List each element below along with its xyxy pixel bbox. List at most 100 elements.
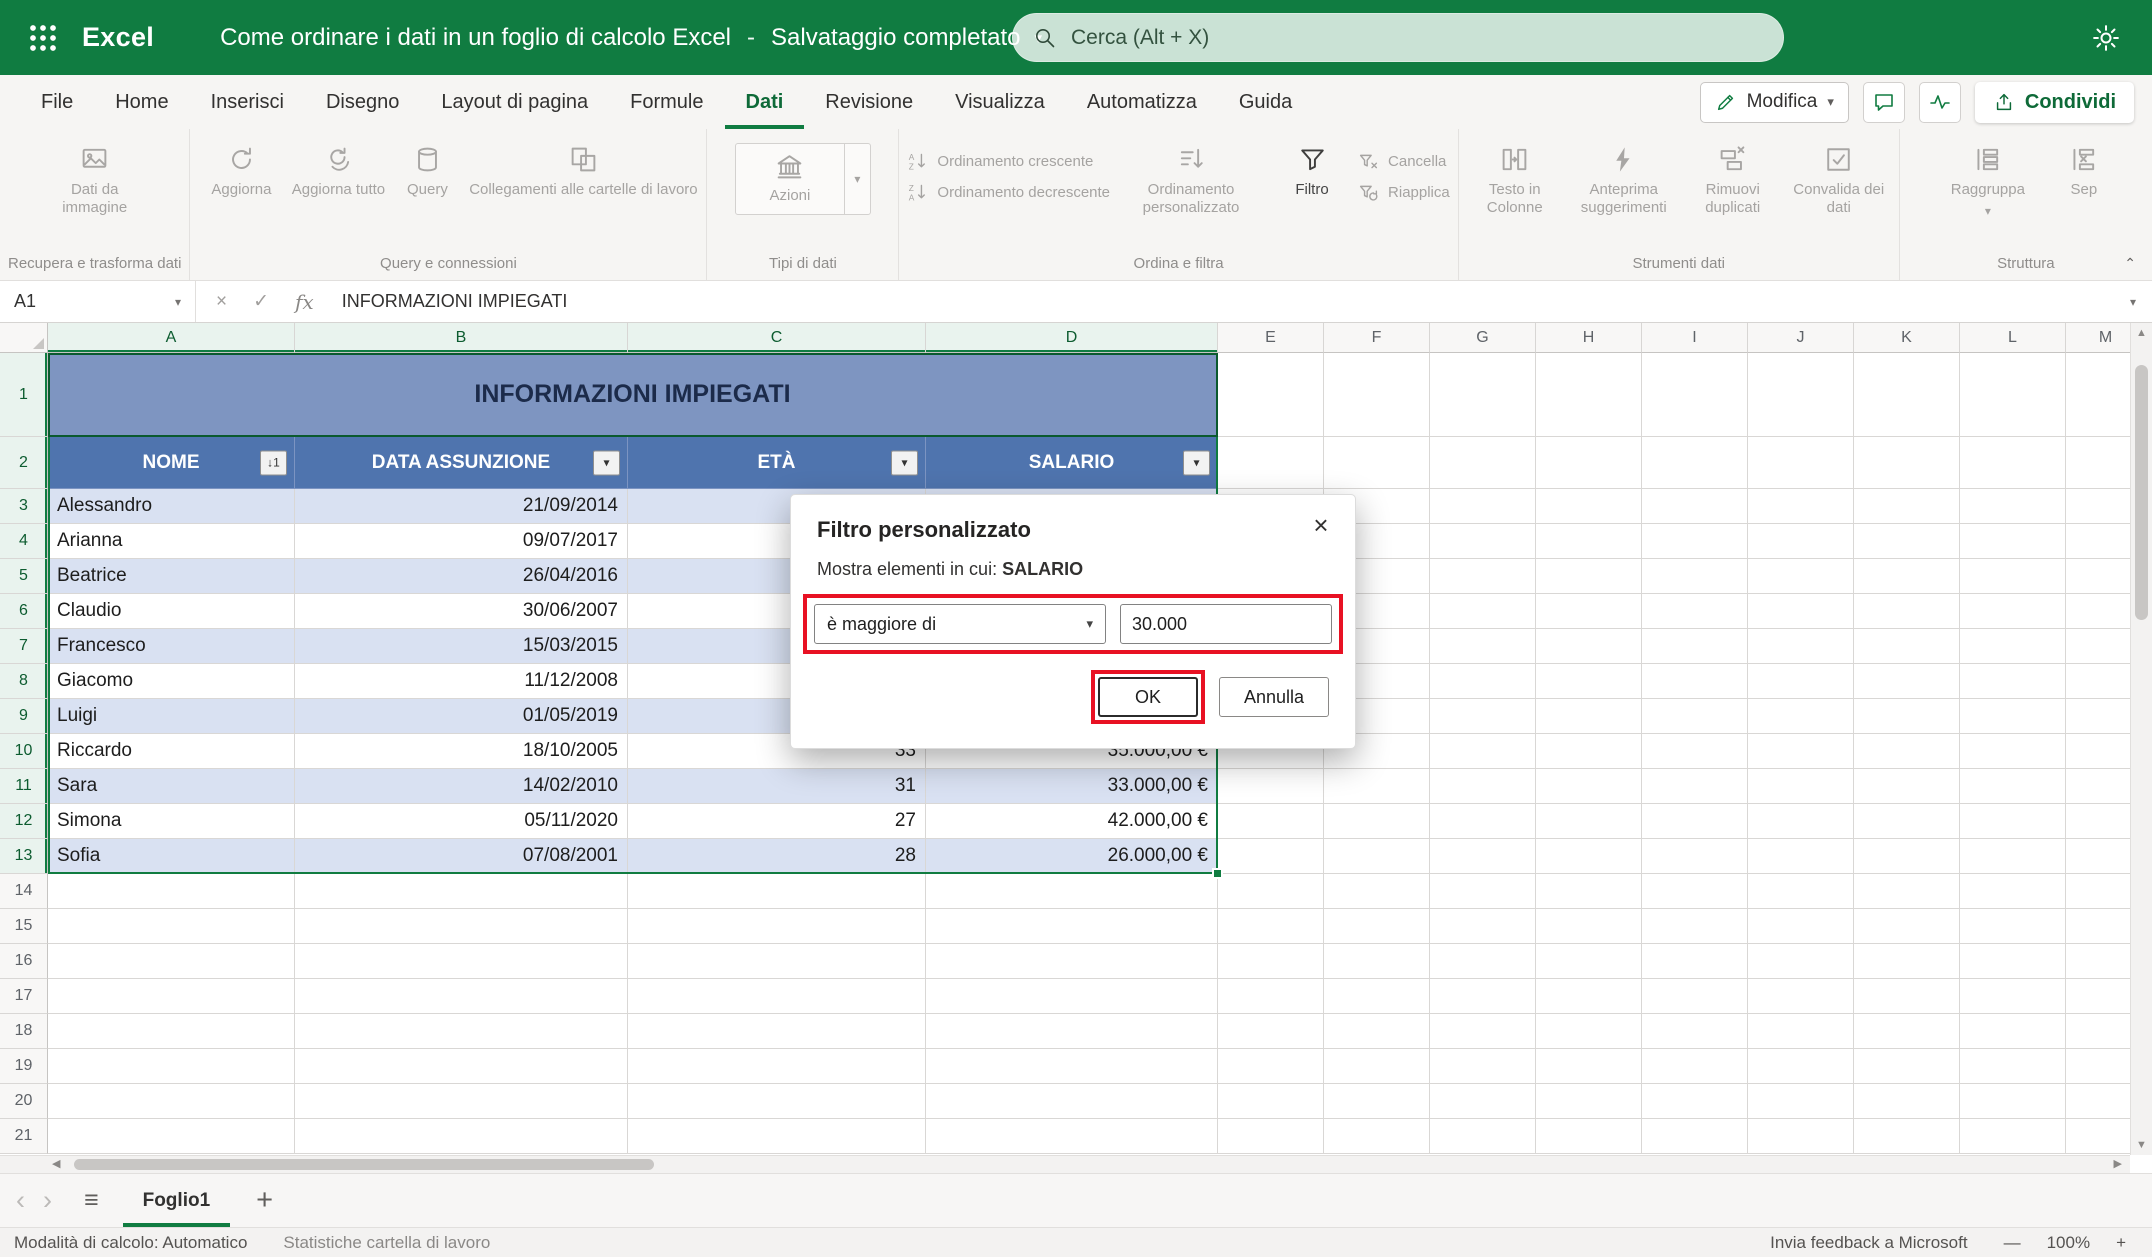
expand-formula-bar-icon[interactable]: ▾ bbox=[2130, 295, 2152, 309]
cancella-filtro-button[interactable]: Cancella bbox=[1358, 151, 1450, 172]
row-header-1[interactable]: 1 bbox=[0, 353, 48, 437]
cell-J17[interactable] bbox=[1748, 979, 1854, 1014]
cell-D18[interactable] bbox=[926, 1014, 1218, 1049]
tab-revisione[interactable]: Revisione bbox=[804, 75, 934, 129]
cell-D12[interactable]: 42.000,00 € bbox=[926, 804, 1218, 839]
cell-G4[interactable] bbox=[1430, 524, 1536, 559]
cell-J12[interactable] bbox=[1748, 804, 1854, 839]
cell-J3[interactable] bbox=[1748, 489, 1854, 524]
cell-F18[interactable] bbox=[1324, 1014, 1430, 1049]
row-header-7[interactable]: 7 bbox=[0, 629, 48, 664]
cell-C13[interactable]: 28 bbox=[628, 839, 926, 874]
tab-file[interactable]: File bbox=[20, 75, 94, 129]
scroll-down-icon[interactable]: ▼ bbox=[2131, 1139, 2152, 1151]
cell-L21[interactable] bbox=[1960, 1119, 2066, 1154]
cell-B20[interactable] bbox=[295, 1084, 628, 1119]
tab-dati[interactable]: Dati bbox=[725, 75, 805, 129]
cell-C12[interactable]: 27 bbox=[628, 804, 926, 839]
cell-H11[interactable] bbox=[1536, 769, 1642, 804]
cell-H16[interactable] bbox=[1536, 944, 1642, 979]
cell-G6[interactable] bbox=[1430, 594, 1536, 629]
sheet-tab-foglio1[interactable]: Foglio1 bbox=[123, 1174, 231, 1227]
cell-A15[interactable] bbox=[48, 909, 295, 944]
cell-K2[interactable] bbox=[1854, 437, 1960, 489]
cell-F1[interactable] bbox=[1324, 353, 1430, 437]
cell-J4[interactable] bbox=[1748, 524, 1854, 559]
cell-L17[interactable] bbox=[1960, 979, 2066, 1014]
cell-A21[interactable] bbox=[48, 1119, 295, 1154]
cell-L11[interactable] bbox=[1960, 769, 2066, 804]
testo-in-colonne-button[interactable]: Testo in Colonne bbox=[1467, 137, 1563, 216]
cell-A20[interactable] bbox=[48, 1084, 295, 1119]
cell-D15[interactable] bbox=[926, 909, 1218, 944]
cell-F19[interactable] bbox=[1324, 1049, 1430, 1084]
cell-G8[interactable] bbox=[1430, 664, 1536, 699]
cell-G21[interactable] bbox=[1430, 1119, 1536, 1154]
cell-C20[interactable] bbox=[628, 1084, 926, 1119]
cell-I11[interactable] bbox=[1642, 769, 1748, 804]
row-header-18[interactable]: 18 bbox=[0, 1014, 48, 1049]
cell-L4[interactable] bbox=[1960, 524, 2066, 559]
cell-D2[interactable]: SALARIO▾ bbox=[926, 437, 1218, 489]
row-header-14[interactable]: 14 bbox=[0, 874, 48, 909]
cell-H17[interactable] bbox=[1536, 979, 1642, 1014]
feedback-link[interactable]: Invia feedback a Microsoft bbox=[1770, 1233, 1967, 1253]
raggruppa-button[interactable]: Raggruppa ▾ bbox=[1933, 137, 2043, 218]
column-header-H[interactable]: H bbox=[1536, 323, 1642, 353]
cell-B18[interactable] bbox=[295, 1014, 628, 1049]
query-button[interactable]: Query bbox=[392, 137, 462, 199]
cell-B6[interactable]: 30/06/2007 bbox=[295, 594, 628, 629]
cell-H7[interactable] bbox=[1536, 629, 1642, 664]
cell-B13[interactable]: 07/08/2001 bbox=[295, 839, 628, 874]
add-sheet-button[interactable]: + bbox=[256, 1186, 273, 1215]
cell-J2[interactable] bbox=[1748, 437, 1854, 489]
cell-C11[interactable]: 31 bbox=[628, 769, 926, 804]
cell-B11[interactable]: 14/02/2010 bbox=[295, 769, 628, 804]
cell-L8[interactable] bbox=[1960, 664, 2066, 699]
document-title[interactable]: Come ordinare i dati in un foglio di cal… bbox=[220, 24, 1042, 52]
cell-G7[interactable] bbox=[1430, 629, 1536, 664]
search-box[interactable] bbox=[1012, 13, 1784, 62]
cell-K3[interactable] bbox=[1854, 489, 1960, 524]
cell-K9[interactable] bbox=[1854, 699, 1960, 734]
cell-J8[interactable] bbox=[1748, 664, 1854, 699]
cell-J6[interactable] bbox=[1748, 594, 1854, 629]
cell-H8[interactable] bbox=[1536, 664, 1642, 699]
cell-F12[interactable] bbox=[1324, 804, 1430, 839]
cell-H5[interactable] bbox=[1536, 559, 1642, 594]
aggiorna-tutto-button[interactable]: Aggiorna tutto bbox=[290, 137, 386, 199]
cell-F2[interactable] bbox=[1324, 437, 1430, 489]
cell-E14[interactable] bbox=[1218, 874, 1324, 909]
filter-dropdown-età[interactable]: ▾ bbox=[891, 450, 918, 475]
select-all-corner[interactable] bbox=[0, 323, 48, 353]
column-header-D[interactable]: D bbox=[926, 323, 1218, 353]
vertical-scroll-thumb[interactable] bbox=[2135, 365, 2148, 620]
cell-C15[interactable] bbox=[628, 909, 926, 944]
filter-dropdown-salario[interactable]: ▾ bbox=[1183, 450, 1210, 475]
column-header-L[interactable]: L bbox=[1960, 323, 2066, 353]
cell-B12[interactable]: 05/11/2020 bbox=[295, 804, 628, 839]
cell-K17[interactable] bbox=[1854, 979, 1960, 1014]
cell-B19[interactable] bbox=[295, 1049, 628, 1084]
cell-J16[interactable] bbox=[1748, 944, 1854, 979]
cell-D21[interactable] bbox=[926, 1119, 1218, 1154]
cell-I19[interactable] bbox=[1642, 1049, 1748, 1084]
share-button[interactable]: Condividi bbox=[1975, 82, 2134, 123]
workbook-stats-button[interactable]: Statistiche cartella di lavoro bbox=[283, 1233, 490, 1253]
filter-dropdown-data-assunzione[interactable]: ▾ bbox=[593, 450, 620, 475]
cell-J14[interactable] bbox=[1748, 874, 1854, 909]
cell-C2[interactable]: ETÀ▾ bbox=[628, 437, 926, 489]
zoom-in-button[interactable]: + bbox=[2116, 1233, 2126, 1253]
cell-G5[interactable] bbox=[1430, 559, 1536, 594]
row-header-4[interactable]: 4 bbox=[0, 524, 48, 559]
cell-J10[interactable] bbox=[1748, 734, 1854, 769]
cell-F15[interactable] bbox=[1324, 909, 1430, 944]
cell-A7[interactable]: Francesco bbox=[48, 629, 295, 664]
cell-A9[interactable]: Luigi bbox=[48, 699, 295, 734]
cell-H12[interactable] bbox=[1536, 804, 1642, 839]
cell-H18[interactable] bbox=[1536, 1014, 1642, 1049]
cell-L16[interactable] bbox=[1960, 944, 2066, 979]
cell-B10[interactable]: 18/10/2005 bbox=[295, 734, 628, 769]
cell-J11[interactable] bbox=[1748, 769, 1854, 804]
tab-inserisci[interactable]: Inserisci bbox=[190, 75, 305, 129]
